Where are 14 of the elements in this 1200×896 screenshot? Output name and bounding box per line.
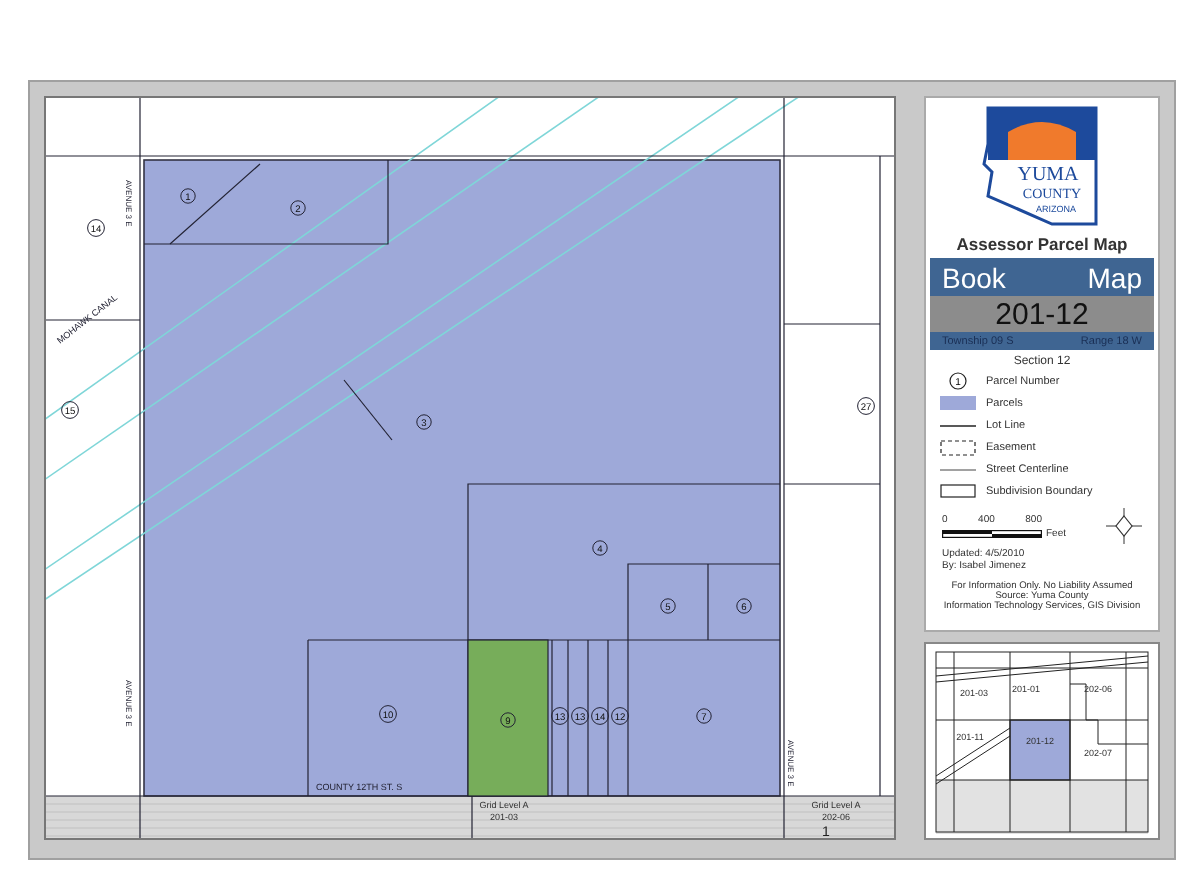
lot-line-icon <box>940 423 976 427</box>
banner-text: Map <box>1087 261 1142 293</box>
north-arrow-icon <box>1106 508 1142 544</box>
centerline-icon <box>940 467 976 471</box>
county-logo-drawing <box>982 106 1098 226</box>
easement-icon <box>940 439 976 455</box>
parcel-swatch-icon <box>940 396 976 410</box>
dimension-line <box>343 379 393 441</box>
logo-text: YUMA <box>1017 164 1079 186</box>
banner-text: Book <box>942 261 1006 293</box>
boundary-icon <box>940 484 976 498</box>
scale-bar-icon <box>942 529 1042 537</box>
map-title: Assessor Parcel Map <box>954 234 1130 254</box>
book-number-banner: 201-12 <box>930 296 1154 332</box>
